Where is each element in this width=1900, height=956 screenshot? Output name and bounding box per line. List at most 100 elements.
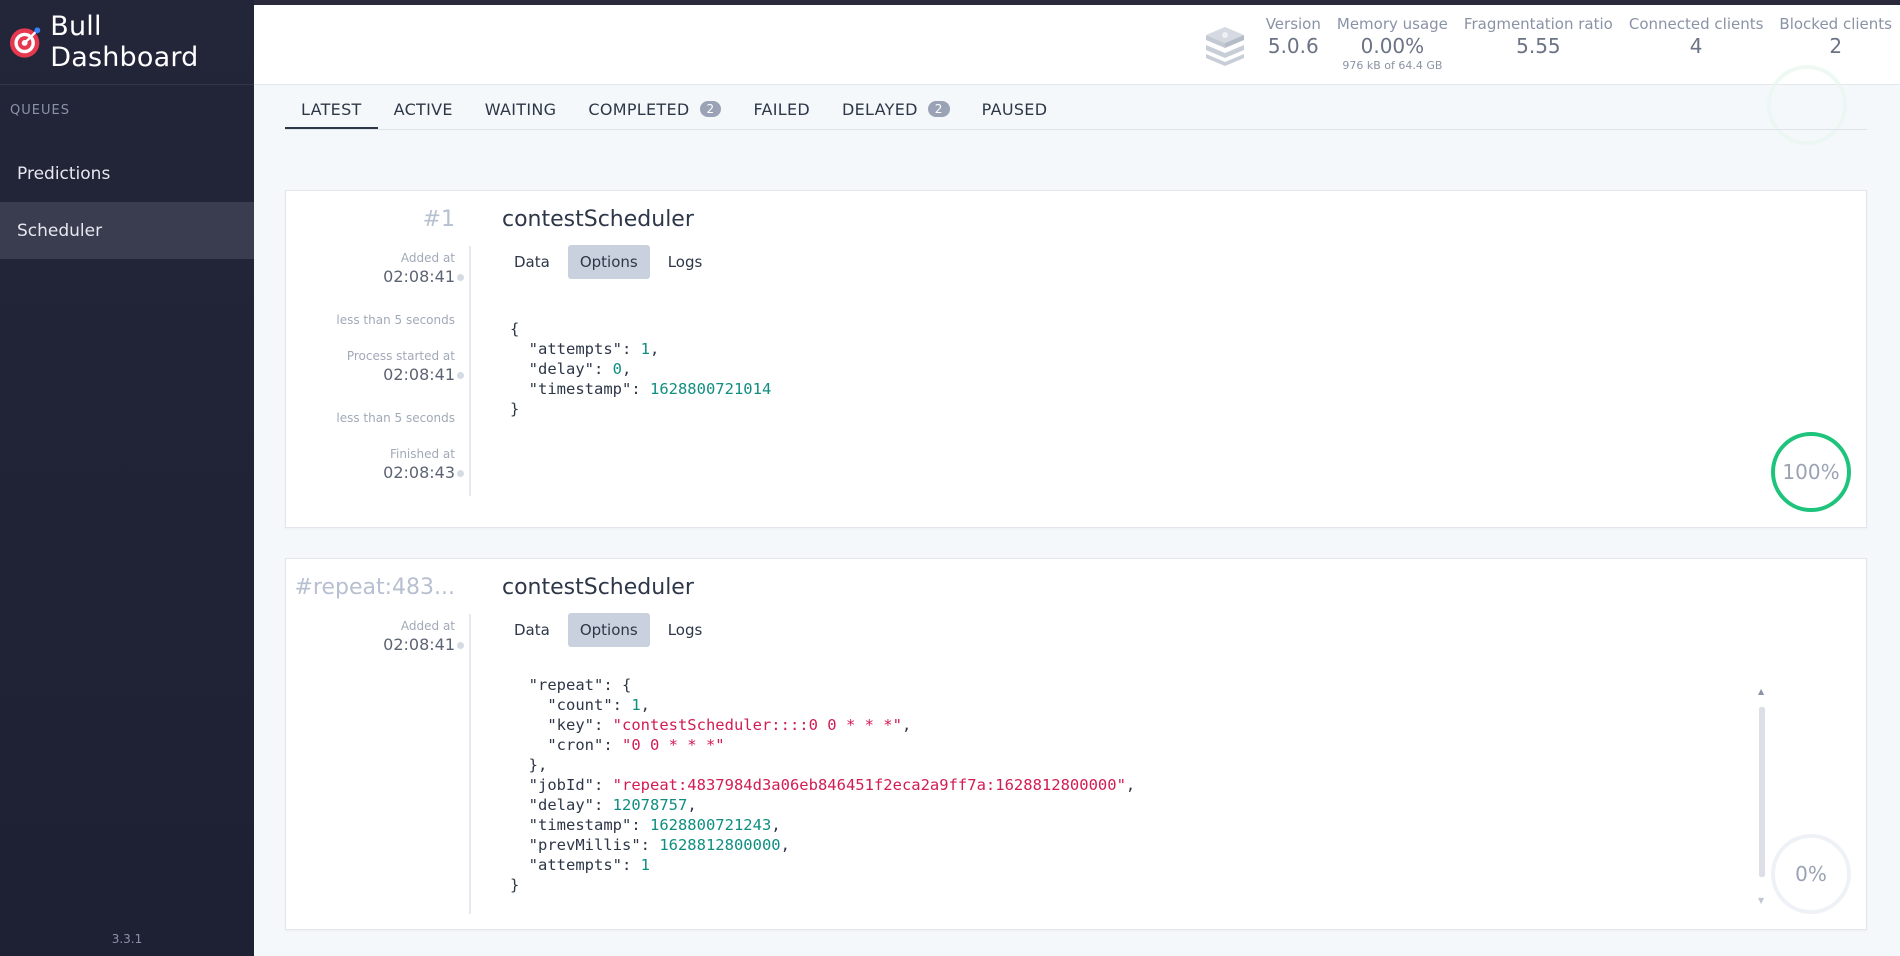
sidebar-item-predictions[interactable]: Predictions — [0, 145, 254, 202]
job-options-json[interactable]: "repeat": { "count": 1, "key": "contestS… — [510, 675, 1840, 907]
json-value: 1 — [640, 340, 650, 358]
json-value: 1628800721243 — [649, 816, 772, 834]
timeline-dot — [457, 274, 464, 281]
sidebar-item-label: Predictions — [17, 163, 111, 184]
queues-section-label: QUEUES — [10, 103, 70, 118]
json-value: 1 — [640, 856, 650, 874]
json-value: 0 — [612, 360, 622, 378]
sidebar-item-scheduler[interactable]: Scheduler — [0, 202, 254, 259]
stat-label: Blocked clients — [1779, 15, 1892, 33]
timeline-label: Finished at — [389, 447, 455, 461]
timeline-dot — [457, 642, 464, 649]
timeline-started: Process started at 02:08:41 — [346, 349, 464, 384]
json-value: 1628800721014 — [649, 380, 772, 398]
redis-logo-icon — [1205, 27, 1244, 66]
logs-tab[interactable]: Logs — [656, 245, 715, 279]
target-logo-icon — [9, 27, 41, 58]
json-value: "contestScheduler::::0 0 * * *" — [612, 716, 902, 734]
job-card: #repeat:483... Added at 02:08:41 contest… — [285, 558, 1867, 930]
scroll-down-arrow-icon[interactable]: ▼ — [1758, 896, 1764, 905]
data-tab[interactable]: Data — [502, 245, 562, 279]
json-value: 1 — [631, 696, 641, 714]
tab-label: WAITING — [484, 100, 557, 119]
sidebar: Bull Dashboard QUEUES Predictions Schedu… — [0, 0, 254, 956]
json-value: 12078757 — [612, 796, 688, 814]
job-options-json: { "attempts": 1, "delay": 0, "timestamp"… — [510, 320, 772, 418]
json-value: "0 0 * * *" — [621, 736, 725, 754]
stat-connected-clients: Connected clients 4 — [1621, 15, 1772, 58]
tab-failed[interactable]: FAILED — [737, 94, 826, 129]
redis-stats: Version 5.0.6 Memory usage 0.00% 976 kB … — [1202, 15, 1900, 72]
timeline-dot — [457, 372, 464, 379]
timeline-added: Added at 02:08:41 — [383, 619, 464, 654]
job-timeline: #repeat:483... Added at 02:08:41 — [286, 559, 471, 929]
tab-label: FAILED — [753, 100, 811, 119]
stat-value: 5.0.6 — [1267, 34, 1319, 58]
timeline-label: Process started at — [346, 349, 455, 363]
timeline-dot — [457, 470, 464, 477]
sidebar-item-label: Scheduler — [17, 220, 103, 241]
tab-active[interactable]: ACTIVE — [378, 94, 469, 129]
timeline-line — [469, 246, 471, 496]
job-id: #repeat:483... — [294, 575, 455, 600]
stat-value: 2 — [1829, 34, 1843, 58]
tab-delayed[interactable]: DELAYED 2 — [826, 94, 966, 129]
progress-circle: 0% — [1771, 834, 1851, 914]
stat-version: Version 5.0.6 — [1258, 15, 1329, 58]
stat-value: 0.00% — [1360, 34, 1425, 58]
stat-blocked-clients: Blocked clients 2 — [1771, 15, 1900, 58]
stat-sub: 976 kB of 64.4 GB — [1342, 59, 1443, 72]
status-tabs: LATEST ACTIVE WAITING COMPLETED 2 FAILED … — [285, 94, 1867, 130]
stat-label: Version — [1265, 15, 1321, 33]
count-badge: 2 — [927, 101, 950, 117]
timeline-added: Added at 02:08:41 — [383, 251, 464, 286]
json-value: "repeat:4837984d3a06eb846451f2eca2a9ff7a… — [612, 776, 1126, 794]
stat-memory: Memory usage 0.00% 976 kB of 64.4 GB — [1329, 15, 1456, 72]
tab-label: ACTIVE — [393, 100, 453, 119]
stat-value: 5.55 — [1516, 34, 1561, 58]
data-tab[interactable]: Data — [502, 613, 562, 647]
tab-latest[interactable]: LATEST — [285, 94, 378, 129]
json-value: 1628812800000 — [659, 836, 781, 854]
tab-completed[interactable]: COMPLETED 2 — [572, 94, 737, 129]
options-tab[interactable]: Options — [567, 613, 650, 647]
stat-label: Connected clients — [1628, 15, 1764, 33]
timeline-time: 02:08:41 — [383, 365, 455, 384]
job-card: #1 Added at 02:08:41 less than 5 seconds… — [285, 190, 1867, 528]
job-detail-tabs: Data Options Logs — [502, 613, 714, 647]
job-name: contestScheduler — [502, 207, 694, 232]
timeline-label: Added at — [400, 251, 455, 265]
app-version: 3.3.1 — [111, 932, 143, 946]
stat-value: 4 — [1689, 34, 1703, 58]
timeline-time: 02:08:43 — [383, 463, 455, 482]
tab-label: COMPLETED — [588, 100, 690, 119]
count-badge: 2 — [699, 101, 722, 117]
tab-label: PAUSED — [981, 100, 1048, 119]
timeline-finished: Finished at 02:08:43 — [383, 447, 464, 482]
tab-waiting[interactable]: WAITING — [469, 94, 573, 129]
tab-paused[interactable]: PAUSED — [966, 94, 1064, 129]
timeline-line — [469, 614, 471, 914]
code-scrollbar[interactable]: ▲ ▼ — [1758, 683, 1766, 905]
stat-fragmentation: Fragmentation ratio 5.55 — [1456, 15, 1621, 58]
header: Version 5.0.6 Memory usage 0.00% 976 kB … — [254, 5, 1900, 85]
timeline-duration: less than 5 seconds — [336, 411, 455, 425]
timeline-duration: less than 5 seconds — [336, 313, 455, 327]
app-title: Bull Dashboard — [50, 11, 199, 73]
scroll-up-arrow-icon[interactable]: ▲ — [1758, 687, 1764, 696]
progress-circle: 100% — [1771, 432, 1851, 512]
scrollbar-thumb[interactable] — [1759, 707, 1765, 877]
timeline-time: 02:08:41 — [383, 267, 455, 286]
job-timeline: #1 Added at 02:08:41 less than 5 seconds… — [286, 191, 471, 527]
stat-label: Fragmentation ratio — [1463, 15, 1613, 33]
job-id: #1 — [422, 207, 455, 232]
job-detail-tabs: Data Options Logs — [502, 245, 714, 279]
brand[interactable]: Bull Dashboard — [0, 0, 254, 85]
tab-label: LATEST — [301, 100, 362, 119]
options-tab[interactable]: Options — [567, 245, 650, 279]
job-name: contestScheduler — [502, 575, 694, 600]
logs-tab[interactable]: Logs — [656, 613, 715, 647]
stat-label: Memory usage — [1336, 15, 1448, 33]
timeline-time: 02:08:41 — [383, 635, 455, 654]
timeline-label: Added at — [400, 619, 455, 633]
